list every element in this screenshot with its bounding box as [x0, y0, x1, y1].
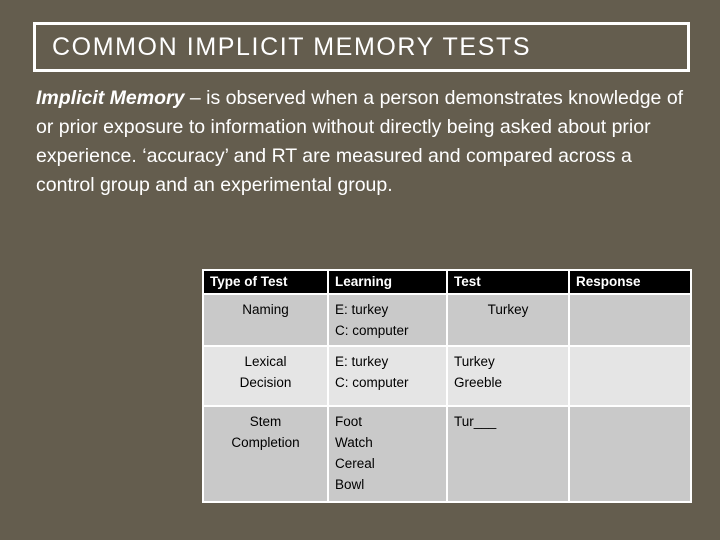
cell-test: Tur___: [448, 407, 568, 501]
cell-test: Turkey: [448, 295, 568, 345]
body-lead-term: Implicit Memory: [36, 87, 185, 109]
cell-response: [570, 295, 690, 345]
slide-body-text: Implicit Memory – is observed when a per…: [36, 84, 688, 200]
slide-canvas: COMMON IMPLICIT MEMORY TESTS Implicit Me…: [0, 0, 720, 540]
cell-learning: E: turkey C: computer: [329, 347, 446, 405]
table-header-row: Type of Test Learning Test Response: [204, 271, 690, 293]
implicit-memory-tests-table: Type of Test Learning Test Response Nami…: [202, 269, 692, 503]
column-header-learning: Learning: [329, 271, 446, 293]
column-header-response: Response: [570, 271, 690, 293]
column-header-test: Test: [448, 271, 568, 293]
column-header-type-of-test: Type of Test: [204, 271, 327, 293]
table-row: Lexical Decision E: turkey C: computer T…: [204, 347, 690, 405]
cell-learning: Foot Watch Cereal Bowl: [329, 407, 446, 501]
cell-type-of-test: Stem Completion: [204, 407, 327, 501]
cell-type-of-test: Lexical Decision: [204, 347, 327, 405]
cell-response: [570, 347, 690, 405]
cell-learning: E: turkey C: computer: [329, 295, 446, 345]
cell-test: Turkey Greeble: [448, 347, 568, 405]
table-row: Naming E: turkey C: computer Turkey: [204, 295, 690, 345]
cell-response: [570, 407, 690, 501]
page-title: COMMON IMPLICIT MEMORY TESTS: [52, 32, 532, 61]
slide-title-box: COMMON IMPLICIT MEMORY TESTS: [33, 22, 690, 72]
table-row: Stem Completion Foot Watch Cereal Bowl T…: [204, 407, 690, 501]
cell-type-of-test: Naming: [204, 295, 327, 345]
